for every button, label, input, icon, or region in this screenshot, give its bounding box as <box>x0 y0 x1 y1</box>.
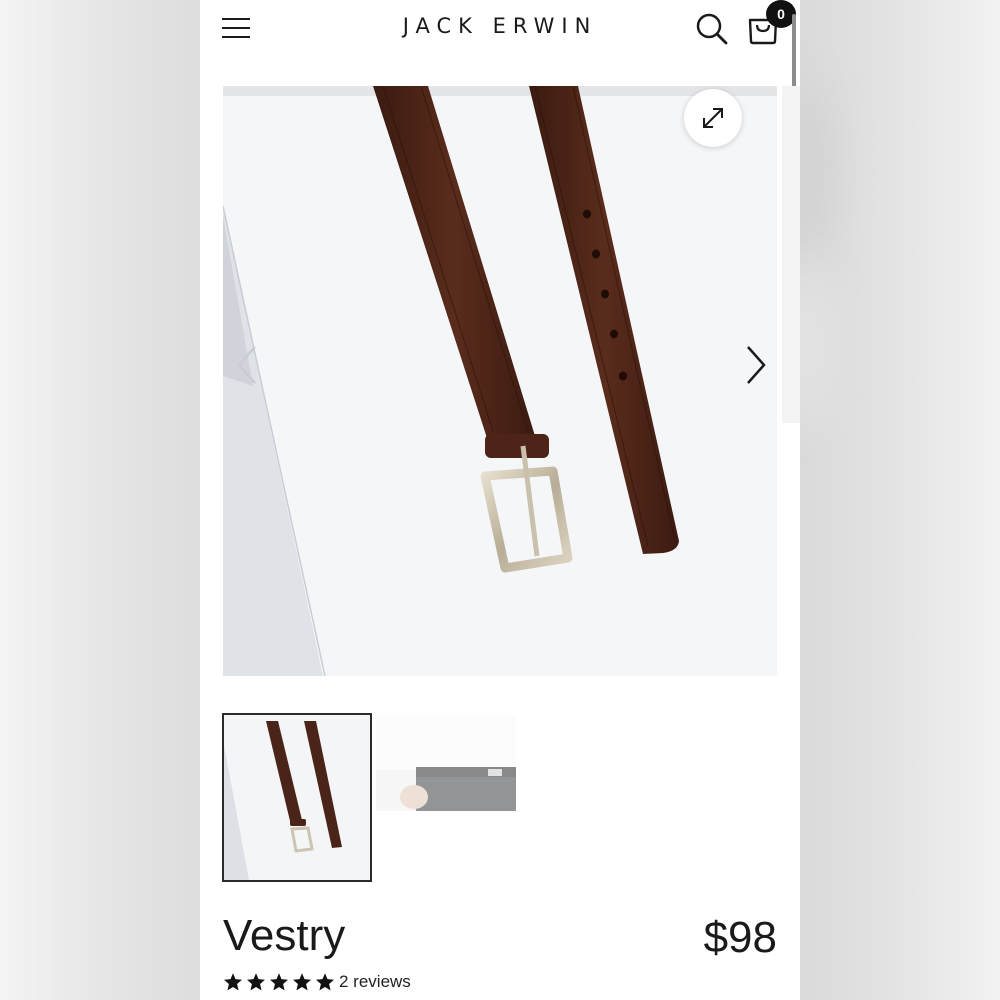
previous-image-button[interactable] <box>233 343 263 387</box>
product-main-image[interactable] <box>223 86 777 676</box>
search-icon <box>696 13 728 45</box>
mobile-page: JACK ERWIN 0 Vestry $98 2 reviews <box>200 0 800 1000</box>
thumbnail-belt-image <box>224 715 370 880</box>
reviews-link[interactable]: 2 reviews <box>339 972 411 992</box>
next-image-button[interactable] <box>740 343 770 387</box>
thumbnail-worn-belt-image <box>376 715 516 811</box>
star-icon <box>293 973 311 991</box>
chevron-right-icon <box>747 346 766 384</box>
next-image-peek <box>782 86 800 423</box>
belt-photo <box>223 86 777 676</box>
thumbnail-2[interactable] <box>376 715 516 811</box>
product-price: $98 <box>703 913 777 962</box>
rating-stars <box>223 972 335 992</box>
hamburger-line <box>222 36 250 38</box>
chevron-left-icon <box>237 346 256 384</box>
blurred-backdrop-left <box>0 0 200 1000</box>
expand-icon <box>703 108 723 128</box>
hamburger-line <box>222 27 250 29</box>
site-header: JACK ERWIN 0 <box>200 0 800 60</box>
search-button[interactable] <box>695 12 729 46</box>
product-rating[interactable]: 2 reviews <box>223 972 411 992</box>
brand-logo[interactable]: JACK ERWIN <box>380 14 620 38</box>
star-icon <box>270 973 288 991</box>
star-icon <box>316 973 334 991</box>
menu-button[interactable] <box>222 16 252 40</box>
star-icon <box>247 973 265 991</box>
blurred-backdrop-right <box>790 0 1000 1000</box>
product-title: Vestry <box>223 911 346 960</box>
hamburger-menu-icon <box>222 18 250 20</box>
expand-image-button[interactable] <box>684 89 742 147</box>
thumbnail-1[interactable] <box>222 713 372 882</box>
star-icon <box>224 973 242 991</box>
